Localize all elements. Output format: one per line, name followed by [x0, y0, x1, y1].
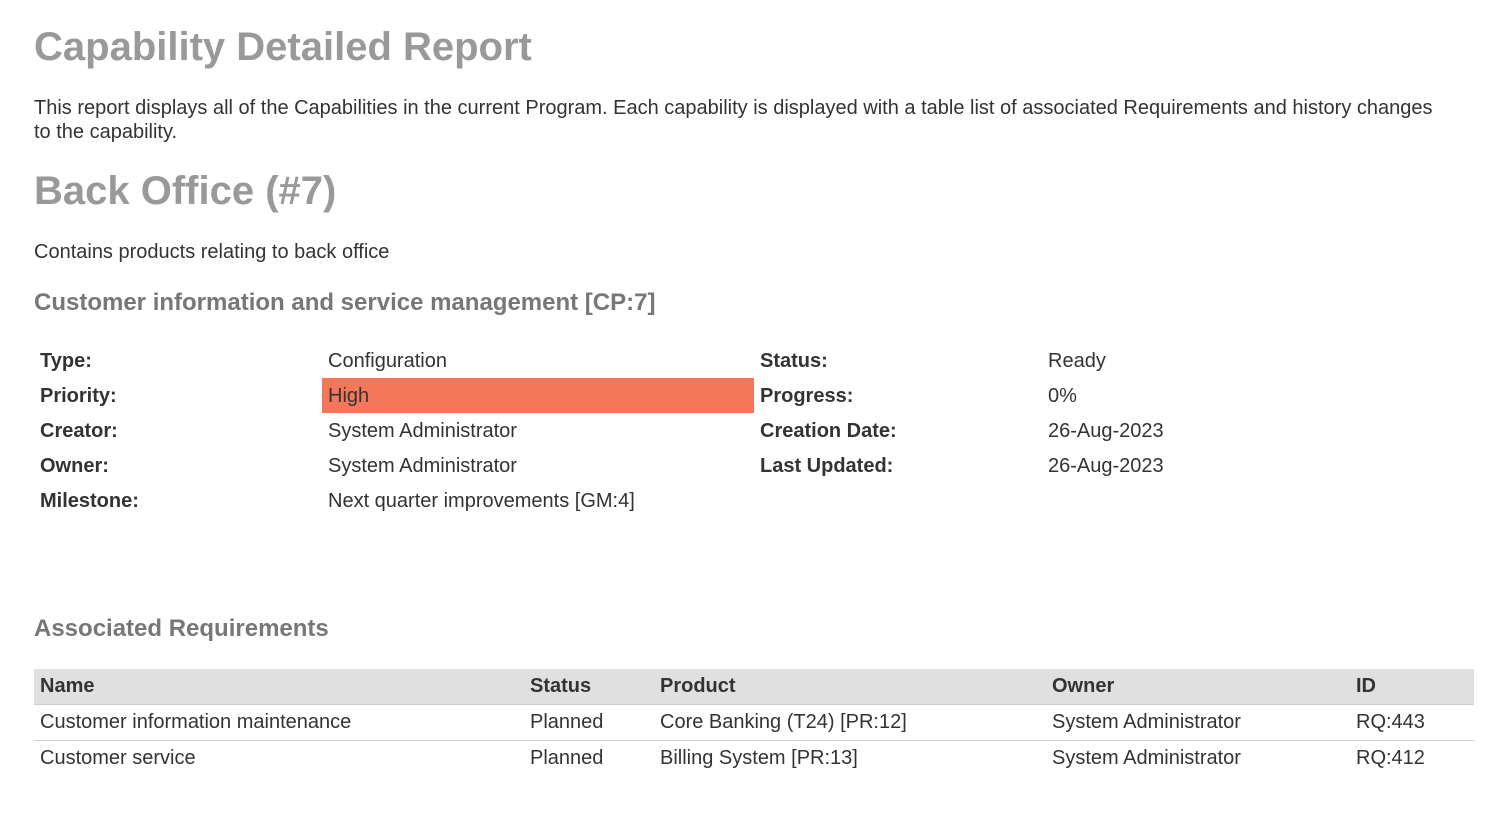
- requirement-name: Customer service: [40, 747, 196, 769]
- capability-title: Customer information and service managem…: [34, 289, 656, 316]
- report-title: Capability Detailed Report: [34, 25, 532, 69]
- requirement-product: Billing System [PR:13]: [660, 747, 858, 769]
- requirement-product: Core Banking (T24) [PR:12]: [654, 704, 1046, 741]
- owner-value: System Administrator: [328, 454, 517, 477]
- progress-value: 0%: [1048, 384, 1077, 407]
- owner-label: Owner:: [40, 454, 109, 477]
- requirements-table: Name Status Product Owner ID Customer in…: [34, 669, 1474, 776]
- requirement-status: Planned: [524, 704, 654, 741]
- properties-row: Creator: System Administrator Creation D…: [34, 413, 1474, 448]
- column-header-id: ID: [1350, 669, 1474, 705]
- column-header-name: Name: [34, 669, 524, 705]
- requirement-owner: System Administrator: [1052, 747, 1241, 769]
- creator-value: System Administrator: [328, 419, 517, 442]
- properties-row: Priority: High Progress: 0%: [34, 378, 1474, 413]
- requirement-id: RQ:412: [1356, 747, 1425, 769]
- creation-date-label: Creation Date:: [760, 419, 897, 442]
- column-header-owner: Owner: [1046, 669, 1350, 705]
- folder-title: Back Office (#7): [34, 169, 337, 213]
- requirement-id: RQ:443: [1350, 704, 1474, 741]
- requirements-header-row: Name Status Product Owner ID: [34, 669, 1474, 705]
- priority-label: Priority:: [40, 384, 117, 407]
- table-row: Customer information maintenance Planned…: [34, 704, 1474, 741]
- table-row: Customer service Planned Billing System …: [34, 741, 1474, 777]
- milestone-value: Next quarter improvements [GM:4]: [328, 489, 635, 512]
- last-updated-label: Last Updated:: [760, 454, 894, 477]
- creation-date-value: 26-Aug-2023: [1048, 419, 1164, 442]
- requirement-status: Planned: [530, 747, 604, 769]
- column-header-status: Status: [524, 669, 654, 705]
- report-description: This report displays all of the Capabili…: [34, 97, 1433, 143]
- creator-label: Creator:: [40, 419, 118, 442]
- milestone-label: Milestone:: [40, 489, 139, 512]
- requirement-name: Customer information maintenance: [34, 704, 524, 741]
- properties-row: Type: Configuration Status: Ready: [34, 343, 1474, 378]
- progress-label: Progress:: [760, 384, 854, 407]
- properties-row: Milestone: Next quarter improvements [GM…: [34, 483, 1474, 518]
- last-updated-value: 26-Aug-2023: [1048, 454, 1164, 477]
- status-label: Status:: [760, 349, 828, 372]
- type-value: Configuration: [328, 349, 447, 372]
- properties-row: Owner: System Administrator Last Updated…: [34, 448, 1474, 483]
- associated-requirements-title: Associated Requirements: [34, 615, 329, 642]
- type-label: Type:: [40, 349, 92, 372]
- status-value: Ready: [1048, 349, 1106, 372]
- priority-value: High: [322, 378, 754, 413]
- folder-description: Contains products relating to back offic…: [34, 241, 390, 263]
- requirement-owner: System Administrator: [1046, 704, 1350, 741]
- column-header-product: Product: [654, 669, 1046, 705]
- capability-properties-table: Type: Configuration Status: Ready Priori…: [34, 343, 1474, 518]
